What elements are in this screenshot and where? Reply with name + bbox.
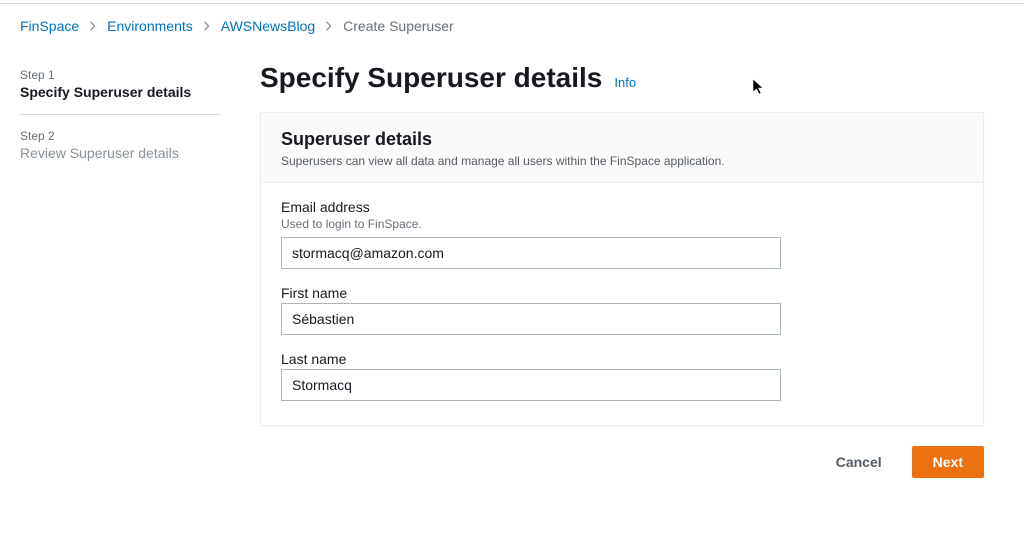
chevron-right-icon [203, 21, 211, 31]
page-heading-row: Specify Superuser details Info [260, 62, 984, 94]
step-title: Review Superuser details [20, 145, 220, 161]
step-label: Step 2 [20, 129, 220, 143]
superuser-details-panel: Superuser details Superusers can view al… [260, 112, 984, 426]
page-title: Specify Superuser details [260, 62, 602, 94]
chevron-right-icon [89, 21, 97, 31]
wizard-button-row: Cancel Next [260, 426, 984, 488]
panel-header: Superuser details Superusers can view al… [261, 113, 983, 183]
main-content: Specify Superuser details Info Superuser… [260, 62, 1004, 488]
email-hint: Used to login to FinSpace. [281, 217, 963, 231]
next-button[interactable]: Next [912, 446, 984, 478]
last-name-field-group: Last name [281, 351, 963, 401]
first-name-label: First name [281, 285, 963, 301]
last-name-field[interactable] [281, 369, 781, 401]
breadcrumb: FinSpace Environments AWSNewsBlog Create… [0, 4, 1024, 44]
first-name-field-group: First name [281, 285, 963, 335]
email-field-group: Email address Used to login to FinSpace. [281, 199, 963, 269]
step-label: Step 1 [20, 68, 220, 82]
breadcrumb-environments[interactable]: Environments [107, 18, 193, 34]
content-wrap: Step 1 Specify Superuser details Step 2 … [0, 44, 1024, 488]
email-label: Email address [281, 199, 963, 215]
first-name-field[interactable] [281, 303, 781, 335]
breadcrumb-environment-name[interactable]: AWSNewsBlog [221, 18, 315, 34]
email-field[interactable] [281, 237, 781, 269]
breadcrumb-finspace[interactable]: FinSpace [20, 18, 79, 34]
wizard-step-2: Step 2 Review Superuser details [20, 129, 220, 175]
chevron-right-icon [325, 21, 333, 31]
panel-title: Superuser details [281, 129, 963, 150]
panel-body: Email address Used to login to FinSpace.… [261, 183, 983, 425]
wizard-step-1[interactable]: Step 1 Specify Superuser details [20, 68, 220, 114]
last-name-label: Last name [281, 351, 963, 367]
panel-subtitle: Superusers can view all data and manage … [281, 154, 963, 168]
breadcrumb-current: Create Superuser [343, 18, 454, 34]
step-divider [20, 114, 220, 115]
cancel-button[interactable]: Cancel [816, 446, 902, 478]
step-title: Specify Superuser details [20, 84, 220, 100]
info-link[interactable]: Info [614, 75, 636, 90]
wizard-sidebar: Step 1 Specify Superuser details Step 2 … [20, 62, 220, 488]
